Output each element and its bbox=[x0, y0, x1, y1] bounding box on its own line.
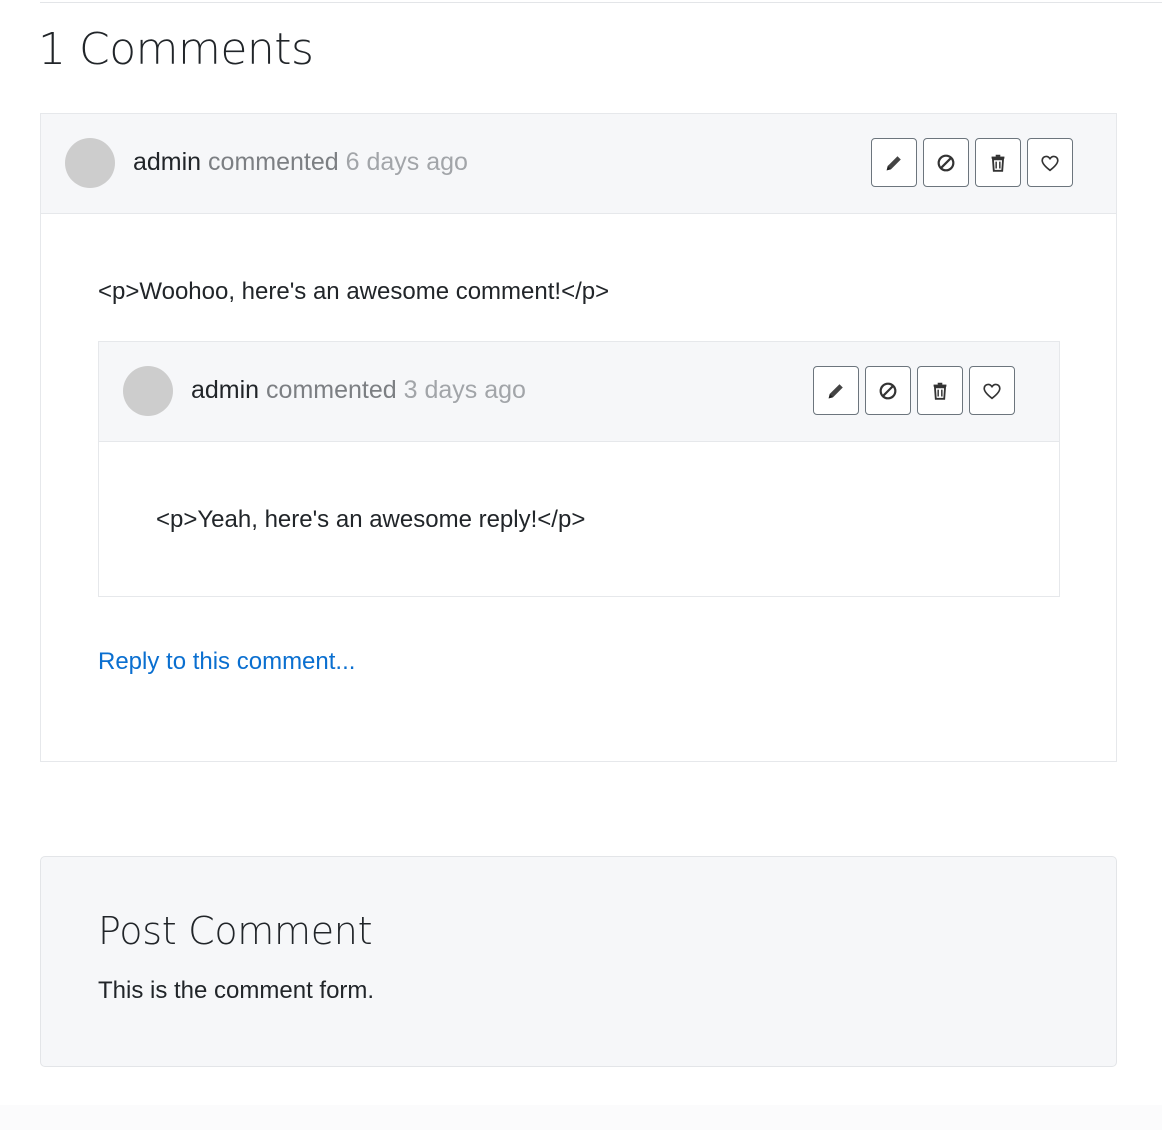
post-comment-panel: Post Comment This is the comment form. bbox=[40, 856, 1117, 1067]
delete-button[interactable] bbox=[975, 138, 1021, 187]
reply-body: <p>Yeah, here's an awesome reply!</p> bbox=[156, 506, 586, 533]
comment-time: 6 days ago bbox=[345, 148, 468, 176]
like-button[interactable] bbox=[969, 366, 1015, 415]
heart-icon bbox=[1041, 155, 1059, 171]
delete-button[interactable] bbox=[917, 366, 963, 415]
ban-button[interactable] bbox=[865, 366, 911, 415]
reply-meta: admin commented 3 days ago bbox=[191, 372, 526, 408]
post-comment-title: Post Comment bbox=[98, 909, 373, 953]
edit-button[interactable] bbox=[871, 138, 917, 187]
comment-body: <p>Woohoo, here's an awesome comment!</p… bbox=[98, 278, 610, 305]
comment-meta: admin commented 6 days ago bbox=[133, 144, 468, 180]
reply-author[interactable]: admin bbox=[191, 376, 259, 404]
post-comment-description: This is the comment form. bbox=[98, 977, 375, 1004]
reply-card: admin commented 3 days ago <p>Yeah, here… bbox=[98, 341, 1060, 597]
avatar[interactable] bbox=[123, 366, 173, 416]
reply-time: 3 days ago bbox=[403, 376, 526, 404]
like-button[interactable] bbox=[1027, 138, 1073, 187]
trash-icon bbox=[991, 154, 1005, 172]
reply-header: admin commented 3 days ago bbox=[99, 342, 1059, 442]
reply-verb: commented bbox=[266, 376, 397, 404]
top-divider bbox=[40, 2, 1162, 3]
comment-actions bbox=[871, 138, 1073, 187]
page-footer-strip bbox=[0, 1105, 1162, 1130]
ban-button[interactable] bbox=[923, 138, 969, 187]
avatar[interactable] bbox=[65, 138, 115, 188]
comments-count-title: 1 Comments bbox=[38, 24, 314, 75]
ban-icon bbox=[879, 382, 897, 399]
comment-card: admin commented 6 days ago <p>Woohoo, he… bbox=[40, 113, 1117, 762]
trash-icon bbox=[933, 382, 947, 400]
reply-to-comment-link[interactable]: Reply to this comment... bbox=[98, 646, 355, 678]
comment-author[interactable]: admin bbox=[133, 148, 201, 176]
comment-verb: commented bbox=[208, 148, 339, 176]
comment-header: admin commented 6 days ago bbox=[41, 114, 1116, 214]
reply-actions bbox=[813, 366, 1015, 415]
pencil-icon bbox=[886, 155, 901, 170]
ban-icon bbox=[937, 154, 955, 171]
heart-icon bbox=[983, 383, 1001, 399]
pencil-icon bbox=[828, 383, 843, 398]
edit-button[interactable] bbox=[813, 366, 859, 415]
